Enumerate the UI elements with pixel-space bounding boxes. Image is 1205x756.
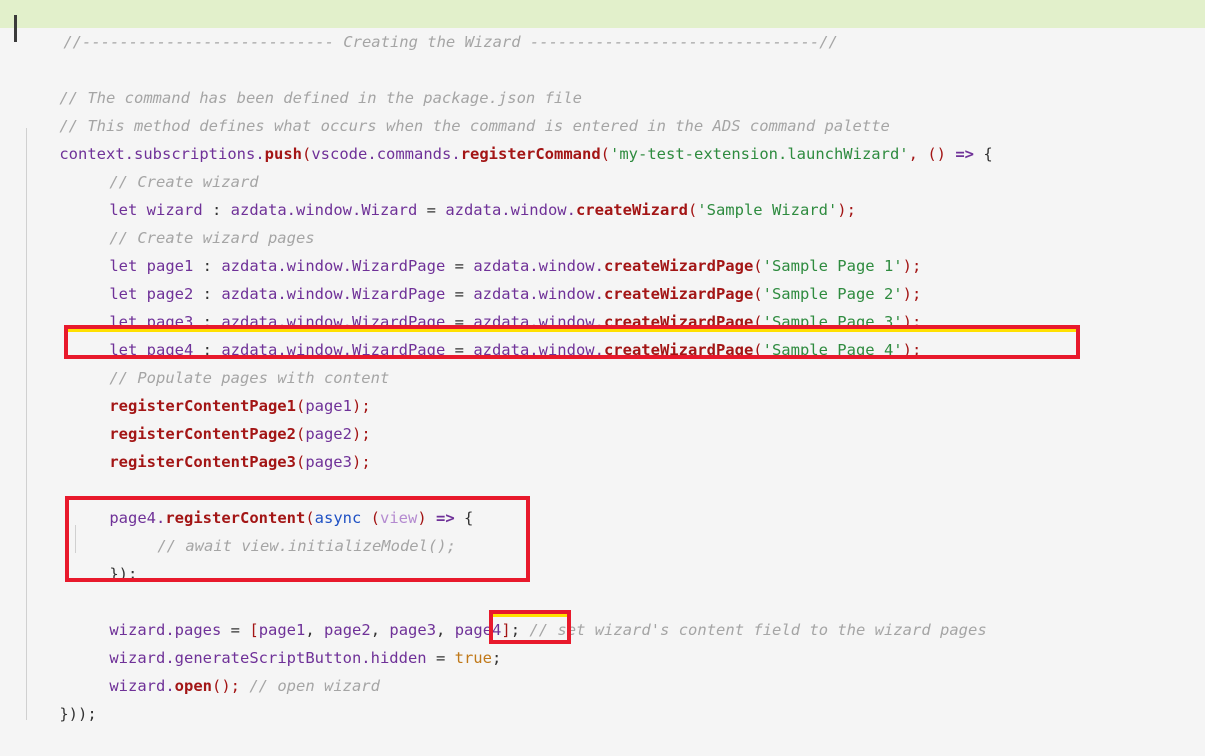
code-line-blank-1[interactable] (0, 28, 1205, 56)
code-line-close-all[interactable]: })); (0, 672, 1205, 723)
code-line-let-page4[interactable]: let page4 : azdata.window.WizardPage = a… (0, 308, 1205, 359)
code-line-wizard-pages[interactable]: wizard.pages = [page1, page2, page3, pag… (0, 588, 1205, 639)
code-line-banner[interactable]: //--------------------------- Creating t… (0, 0, 1205, 51)
code-line-let-page2[interactable]: let page2 : azdata.window.WizardPage = a… (0, 252, 1205, 303)
code-editor[interactable]: //--------------------------- Creating t… (0, 0, 1205, 738)
code-line-comment-await-initialize[interactable]: // await view.initializeModel(); (0, 504, 1205, 555)
code-line-close-register-content[interactable]: }); (0, 532, 1205, 583)
code-line-let-page1[interactable]: let page1 : azdata.window.WizardPage = a… (0, 224, 1205, 275)
code-line-register-content-page3[interactable]: registerContentPage3(page3); (0, 420, 1205, 471)
code-line-generate-script-button[interactable]: wizard.generateScriptButton.hidden = tru… (0, 616, 1205, 667)
code-line-let-wizard[interactable]: let wizard : azdata.window.Wizard = azda… (0, 168, 1205, 219)
code-line-comment-method-defines[interactable]: // This method defines what occurs when … (0, 84, 1205, 135)
code-line-blank-2[interactable] (0, 448, 1205, 476)
text-cursor (14, 15, 17, 42)
code-line-register-content-page2[interactable]: registerContentPage2(page2); (0, 392, 1205, 443)
code-line-register-content-page1[interactable]: registerContentPage1(page1); (0, 364, 1205, 415)
code-line-blank-3[interactable] (0, 560, 1205, 588)
code-line-comment-command-defined[interactable]: // The command has been defined in the p… (0, 56, 1205, 107)
code-line-comment-create-wizard[interactable]: // Create wizard (0, 140, 1205, 191)
code-line-register-command[interactable]: context.subscriptions.push(vscode.comman… (0, 112, 1205, 163)
code-line-page4-register-content[interactable]: page4.registerContent(async (view) => { (0, 476, 1205, 527)
token-close-all: })); (59, 705, 97, 723)
code-line-comment-populate[interactable]: // Populate pages with content (0, 336, 1205, 387)
code-line-wizard-open[interactable]: wizard.open(); // open wizard (0, 644, 1205, 695)
code-line-comment-create-pages[interactable]: // Create wizard pages (0, 196, 1205, 247)
code-line-let-page3[interactable]: let page3 : azdata.window.WizardPage = a… (0, 280, 1205, 331)
